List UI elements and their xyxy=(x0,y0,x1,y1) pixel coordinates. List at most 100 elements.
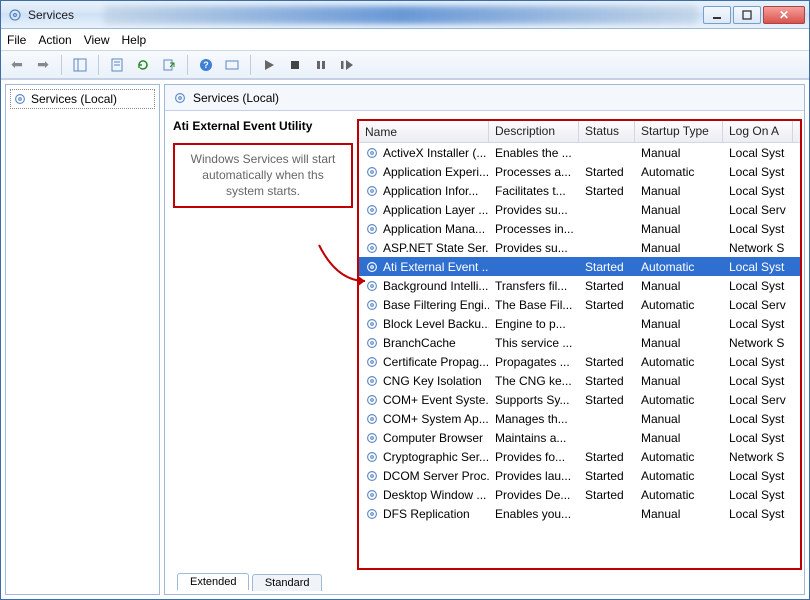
service-row[interactable]: CNG Key IsolationThe CNG ke...StartedMan… xyxy=(359,371,800,390)
service-name: Application Mana... xyxy=(383,222,485,236)
gear-icon xyxy=(365,469,379,483)
service-startup: Automatic xyxy=(635,260,723,274)
service-name: Block Level Backu... xyxy=(383,317,489,331)
gear-icon xyxy=(365,184,379,198)
service-row[interactable]: Application Mana...Processes in...Manual… xyxy=(359,219,800,238)
column-logon[interactable]: Log On A xyxy=(723,121,793,142)
menu-file[interactable]: File xyxy=(7,33,26,47)
menu-view[interactable]: View xyxy=(84,33,110,47)
service-logon: Local Serv xyxy=(723,203,793,217)
service-logon: Local Syst xyxy=(723,146,793,160)
service-row[interactable]: Desktop Window ...Provides De...StartedA… xyxy=(359,485,800,504)
service-row[interactable]: Application Infor...Facilitates t...Star… xyxy=(359,181,800,200)
service-row[interactable]: BranchCacheThis service ...ManualNetwork… xyxy=(359,333,800,352)
refresh-button[interactable] xyxy=(131,54,155,76)
start-service-button[interactable] xyxy=(257,54,281,76)
close-button[interactable]: ✕ xyxy=(763,6,805,24)
column-startup[interactable]: Startup Type xyxy=(635,121,723,142)
service-status: Started xyxy=(579,260,635,274)
service-startup: Manual xyxy=(635,146,723,160)
service-startup: Manual xyxy=(635,507,723,521)
service-name: Application Experi... xyxy=(383,165,489,179)
service-name: BranchCache xyxy=(383,336,456,350)
service-status: Started xyxy=(579,355,635,369)
gear-icon xyxy=(365,412,379,426)
export-list-button[interactable] xyxy=(157,54,181,76)
service-description: This service ... xyxy=(489,336,579,350)
service-row[interactable]: Application Experi...Processes a...Start… xyxy=(359,162,800,181)
tab-extended[interactable]: Extended xyxy=(177,573,249,590)
gear-icon xyxy=(365,374,379,388)
service-startup: Automatic xyxy=(635,298,723,312)
service-name: DFS Replication xyxy=(383,507,470,521)
service-row[interactable]: COM+ System Ap...Manages th...ManualLoca… xyxy=(359,409,800,428)
workarea: Services (Local) Services (Local) Ati Ex… xyxy=(1,79,809,599)
tab-standard[interactable]: Standard xyxy=(252,574,323,591)
tree-root-label: Services (Local) xyxy=(31,92,117,106)
service-status: Started xyxy=(579,488,635,502)
service-logon: Local Syst xyxy=(723,431,793,445)
service-logon: Local Syst xyxy=(723,222,793,236)
service-description: Facilitates t... xyxy=(489,184,579,198)
restart-service-button[interactable] xyxy=(335,54,359,76)
service-startup: Manual xyxy=(635,412,723,426)
service-status: Started xyxy=(579,469,635,483)
properties-button[interactable] xyxy=(105,54,129,76)
service-description: The Base Fil... xyxy=(489,298,579,312)
maximize-button[interactable] xyxy=(733,6,761,24)
service-row[interactable]: Base Filtering Engi...The Base Fil...Sta… xyxy=(359,295,800,314)
service-logon: Local Syst xyxy=(723,469,793,483)
forward-button[interactable]: ➡ xyxy=(31,54,55,76)
column-name[interactable]: Name xyxy=(359,121,489,142)
column-description[interactable]: Description xyxy=(489,121,579,142)
service-logon: Local Serv xyxy=(723,393,793,407)
column-status[interactable]: Status xyxy=(579,121,635,142)
service-row[interactable]: Computer BrowserMaintains a...ManualLoca… xyxy=(359,428,800,447)
service-row[interactable]: Cryptographic Ser...Provides fo...Starte… xyxy=(359,447,800,466)
gear-icon xyxy=(365,355,379,369)
service-logon: Local Syst xyxy=(723,165,793,179)
gear-icon xyxy=(365,165,379,179)
show-hide-tree-button[interactable] xyxy=(68,54,92,76)
gear-icon xyxy=(365,488,379,502)
service-startup: Manual xyxy=(635,184,723,198)
service-row[interactable]: ASP.NET State Ser...Provides su...Manual… xyxy=(359,238,800,257)
service-row[interactable]: ActiveX Installer (...Enables the ...Man… xyxy=(359,143,800,162)
help-button[interactable]: ? xyxy=(194,54,218,76)
toolbar: ⬅ ➡ ? xyxy=(1,51,809,79)
service-row[interactable]: Certificate Propag...Propagates ...Start… xyxy=(359,352,800,371)
back-button[interactable]: ⬅ xyxy=(5,54,29,76)
service-row[interactable]: Ati External Event ...StartedAutomaticLo… xyxy=(359,257,800,276)
list-body[interactable]: ActiveX Installer (...Enables the ...Man… xyxy=(359,143,800,568)
service-row[interactable]: Background Intelli...Transfers fil...Sta… xyxy=(359,276,800,295)
menu-help[interactable]: Help xyxy=(122,33,147,47)
gear-icon xyxy=(13,92,27,106)
titlebar[interactable]: Services ✕ xyxy=(1,1,809,29)
service-startup: Manual xyxy=(635,203,723,217)
tree-pane[interactable]: Services (Local) xyxy=(5,84,160,595)
service-row[interactable]: Block Level Backu...Engine to p...Manual… xyxy=(359,314,800,333)
service-startup: Automatic xyxy=(635,488,723,502)
service-name: Application Layer ... xyxy=(383,203,488,217)
service-row[interactable]: DFS ReplicationEnables you...ManualLocal… xyxy=(359,504,800,523)
service-startup: Manual xyxy=(635,336,723,350)
service-row[interactable]: COM+ Event Syste...Supports Sy...Started… xyxy=(359,390,800,409)
tree-root-item[interactable]: Services (Local) xyxy=(10,89,155,109)
service-logon: Local Syst xyxy=(723,279,793,293)
pause-service-button[interactable] xyxy=(309,54,333,76)
service-row[interactable]: Application Layer ...Provides su...Manua… xyxy=(359,200,800,219)
service-status: Started xyxy=(579,374,635,388)
service-logon: Local Syst xyxy=(723,374,793,388)
service-row[interactable]: DCOM Server Proc...Provides lau...Starte… xyxy=(359,466,800,485)
service-list: Name Description Status Startup Type Log… xyxy=(357,119,802,570)
service-startup: Manual xyxy=(635,317,723,331)
stop-service-button[interactable] xyxy=(283,54,307,76)
action-button[interactable] xyxy=(220,54,244,76)
tab-strip: Extended Standard xyxy=(165,572,804,594)
service-logon: Local Serv xyxy=(723,298,793,312)
menu-action[interactable]: Action xyxy=(38,33,71,47)
service-description: Supports Sy... xyxy=(489,393,579,407)
service-name: Cryptographic Ser... xyxy=(383,450,489,464)
minimize-button[interactable] xyxy=(703,6,731,24)
service-logon: Local Syst xyxy=(723,412,793,426)
